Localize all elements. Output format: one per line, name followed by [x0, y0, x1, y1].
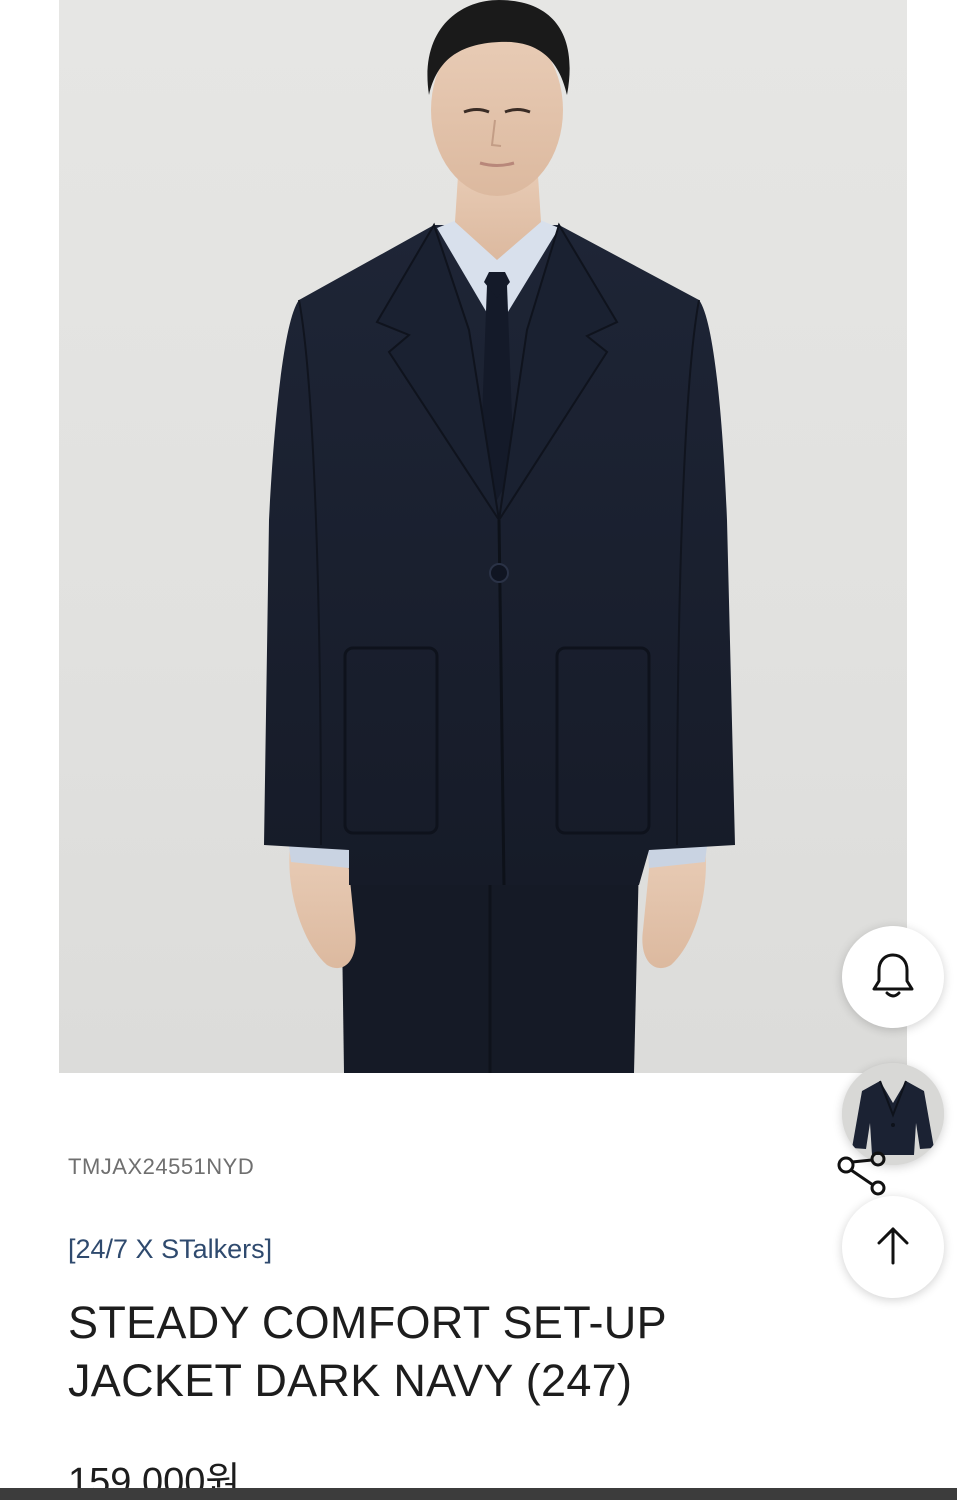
product-detail-page: TMJAX24551NYD [24/7 X STalkers] STEADY C… [0, 0, 957, 1500]
product-title: STEADY COMFORT SET-UP JACKET DARK NAVY (… [68, 1297, 667, 1406]
product-sku: TMJAX24551NYD [68, 1154, 255, 1179]
bell-icon [867, 949, 919, 1005]
restock-alert-button[interactable] [842, 926, 944, 1028]
arrow-up-icon [873, 1223, 913, 1271]
bottom-bar [0, 1488, 957, 1500]
collaboration-link[interactable]: [24/7 X STalkers] [68, 1234, 272, 1265]
scroll-to-top-button[interactable] [842, 1196, 944, 1298]
share-icon [834, 1151, 890, 1201]
model-illustration [264, 0, 735, 1073]
product-image[interactable] [59, 0, 907, 1073]
share-button[interactable] [830, 1150, 894, 1202]
